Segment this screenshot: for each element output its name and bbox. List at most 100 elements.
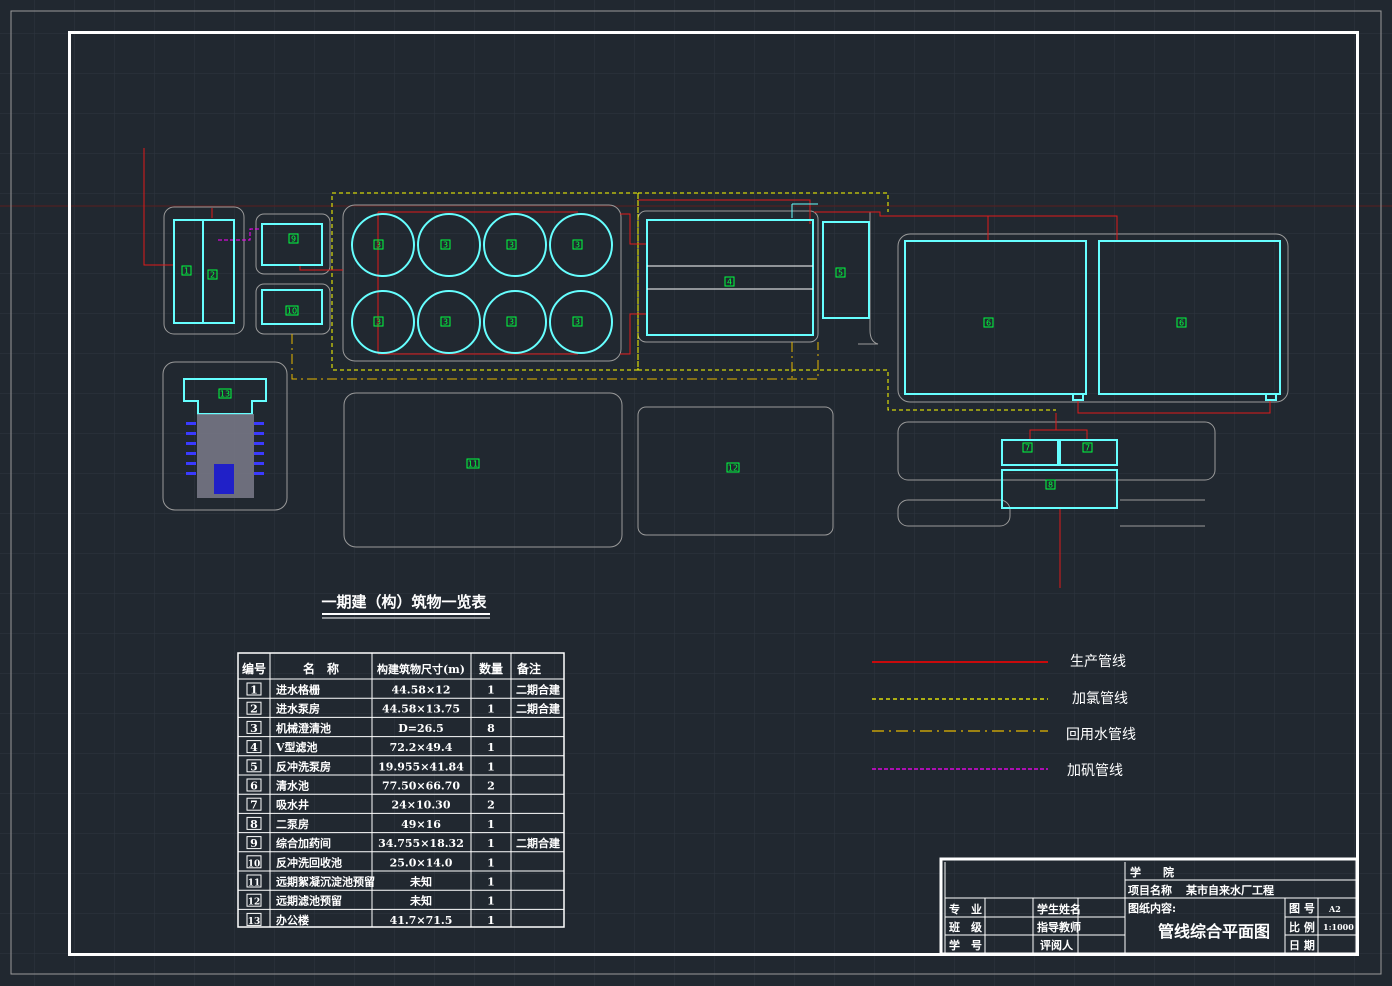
table-cell-name: 进水泵房	[276, 702, 320, 716]
tb-sheet-value: A2	[1328, 904, 1341, 914]
tb-reviewer-label: 评阅人	[1040, 938, 1074, 952]
legend-label-alum: 加矾管线	[1067, 763, 1123, 779]
tb-drawing-title: 管线综合平面图	[1158, 922, 1270, 941]
label-b11: 11	[468, 460, 478, 469]
tb-class-label: 班 级	[949, 920, 983, 934]
table-cell-name: 反冲洗泵房	[276, 759, 331, 773]
legend-label-production: 生产管线	[1070, 654, 1126, 670]
table-cell-no: 1	[250, 684, 258, 697]
table-cell-qty: 2	[487, 799, 495, 812]
table-cell-qty: 1	[487, 741, 495, 754]
table-cell-no: 10	[248, 859, 261, 869]
table-cell-no: 5	[250, 760, 258, 773]
tb-student-name-label: 学生姓名	[1037, 902, 1081, 916]
table-cell-no: 13	[248, 917, 261, 927]
cad-drawing: 1 2 9 10 3 3 3 3 3 3 3 3 4 5 6 6 7 7 8 1…	[0, 0, 1392, 986]
table-cell-no: 12	[248, 898, 261, 908]
label-b9: 9	[291, 235, 296, 244]
label-b4: 4	[727, 278, 732, 287]
table-cell-qty: 1	[487, 895, 495, 908]
label-b7: 7	[1085, 444, 1090, 453]
table-cell-name: 综合加药间	[276, 836, 331, 850]
table-cell-qty: 1	[487, 684, 495, 697]
table-cell-qty: 1	[487, 703, 495, 716]
tb-content-label: 图纸内容:	[1128, 901, 1176, 915]
table-cell-note: 二期合建	[516, 836, 561, 850]
table-cell-name: 进水格栅	[276, 683, 320, 697]
table-header-name: 名 称	[303, 661, 339, 676]
table-header-note: 备注	[516, 661, 541, 676]
tb-project-name: 某市自来水厂工程	[1185, 883, 1274, 897]
table-cell-qty: 1	[487, 856, 495, 869]
legend-label-chlorine: 加氯管线	[1072, 691, 1128, 707]
label-b5: 5	[838, 269, 843, 278]
table-cell-size: 49×16	[401, 818, 441, 831]
tb-student-id-label: 学 号	[949, 938, 982, 952]
table-cell-size: 未知	[409, 875, 432, 889]
label-b3: 3	[509, 318, 514, 327]
table-header-no: 编号	[241, 661, 266, 676]
label-b3: 3	[575, 241, 580, 250]
table-cell-no: 9	[250, 837, 258, 850]
table-cell-name: 机械澄清池	[276, 721, 331, 735]
label-b3: 3	[376, 241, 381, 250]
label-b2: 2	[210, 271, 215, 280]
tb-scale-label: 比 例	[1289, 920, 1315, 934]
table-cell-qty: 1	[487, 876, 495, 889]
table-cell-qty: 1	[487, 914, 495, 927]
label-b3: 3	[575, 318, 580, 327]
table-cell-qty: 1	[487, 818, 495, 831]
table-cell-size: 72.2×49.4	[390, 741, 453, 754]
table-header-qty: 数量	[479, 661, 503, 676]
table-cell-name: 反冲洗回收池	[276, 855, 342, 869]
table-cell-size: 25.0×14.0	[390, 856, 453, 869]
table-cell-qty: 8	[487, 722, 495, 735]
tb-major-label: 专 业	[949, 902, 982, 916]
table-title: 一期建（构）筑物一览表	[321, 593, 487, 611]
office-hatch	[186, 414, 264, 498]
table-cell-qty: 2	[487, 780, 495, 793]
label-b12: 12	[728, 464, 738, 473]
label-b10: 10	[287, 307, 297, 316]
table-cell-size: 77.50×66.70	[382, 780, 460, 793]
table-cell-size: 44.58×12	[392, 684, 451, 697]
table-cell-name: 办公楼	[276, 913, 309, 927]
table-cell-note: 二期合建	[516, 683, 561, 697]
table-cell-name: 吸水井	[276, 798, 309, 812]
table-cell-qty: 1	[487, 760, 495, 773]
table-cell-no: 2	[250, 703, 258, 716]
table-cell-no: 4	[250, 741, 258, 754]
label-b1: 1	[184, 267, 189, 276]
table-cell-name: V型滤池	[275, 740, 318, 754]
label-b3: 3	[443, 318, 448, 327]
table-cell-size: 24×10.30	[392, 799, 451, 812]
label-b3: 3	[509, 241, 514, 250]
table-cell-name: 二泵房	[276, 817, 309, 831]
label-b8: 8	[1048, 481, 1053, 490]
table-cell-no: 6	[250, 780, 258, 793]
tb-school-label: 学 院	[1130, 865, 1174, 879]
tb-project-label: 项目名称	[1128, 883, 1172, 897]
table-cell-qty: 1	[487, 837, 495, 850]
table-header-size: 构建筑物尺寸(m)	[377, 662, 465, 676]
table-cell-size: 41.7×71.5	[390, 914, 453, 927]
tb-scale-value: 1:1000	[1323, 922, 1354, 932]
label-b3: 3	[376, 318, 381, 327]
label-b13: 13	[220, 390, 230, 399]
table-cell-no: 11	[248, 879, 261, 889]
label-b6: 6	[986, 319, 991, 328]
table-cell-name: 远期絮凝沉淀池预留	[276, 875, 375, 889]
table-cell-size: 44.58×13.75	[382, 703, 460, 716]
table-cell-size: 34.755×18.32	[378, 837, 464, 850]
table-cell-name: 清水池	[276, 779, 309, 793]
table-cell-size: 未知	[409, 894, 432, 908]
label-b3: 3	[443, 241, 448, 250]
tb-sheet-label: 图 号	[1289, 902, 1315, 915]
tb-date-label: 日 期	[1289, 938, 1315, 952]
table-cell-name: 远期滤池预留	[276, 894, 342, 908]
table-cell-no: 8	[250, 818, 258, 831]
table-cell-no: 3	[250, 722, 258, 735]
label-b6: 6	[1179, 319, 1184, 328]
legend-label-reuse: 回用水管线	[1066, 727, 1136, 743]
table-cell-size: D=26.5	[398, 722, 444, 735]
